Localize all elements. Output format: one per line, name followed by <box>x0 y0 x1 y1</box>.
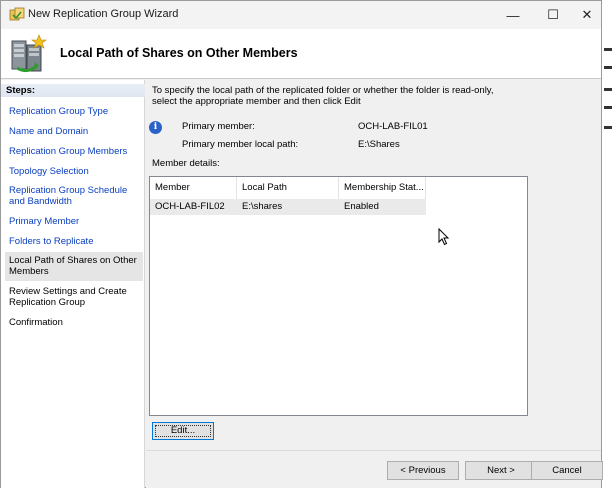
cell-membership-status: Enabled <box>344 201 379 212</box>
wizard-footer: < Previous Next > Cancel <box>146 450 603 488</box>
title-bar[interactable]: New Replication Group Wizard — ☐ ✕ <box>1 1 601 29</box>
next-button[interactable]: Next > <box>465 461 537 480</box>
info-icon: i <box>149 121 162 134</box>
minimize-button[interactable]: — <box>493 1 533 29</box>
step-local-path-current: Local Path of Shares on Other Members <box>5 252 143 281</box>
background-window-edge <box>604 48 612 51</box>
mouse-cursor-icon <box>438 228 450 246</box>
step-topology-selection[interactable]: Topology Selection <box>5 166 143 178</box>
wizard-header: Local Path of Shares on Other Members <box>1 29 601 79</box>
step-schedule-and-bandwidth[interactable]: Replication Group Schedule and Bandwidth <box>5 185 133 207</box>
step-replication-group-members[interactable]: Replication Group Members <box>5 146 143 158</box>
primary-path-value: E:\Shares <box>358 139 400 150</box>
cell-local-path: E:\shares <box>242 201 283 212</box>
member-details-label: Member details: <box>152 158 220 169</box>
step-name-and-domain[interactable]: Name and Domain <box>5 126 143 138</box>
page-title: Local Path of Shares on Other Members <box>60 46 298 60</box>
list-header: Member Local Path Membership Stat... <box>150 177 527 199</box>
column-header-membership-status[interactable]: Membership Stat... <box>339 177 426 199</box>
step-confirmation: Confirmation <box>9 317 63 328</box>
primary-path-label: Primary member local path: <box>182 139 299 150</box>
main-content: To specify the local path of the replica… <box>146 80 601 450</box>
step-folders-to-replicate[interactable]: Folders to Replicate <box>5 236 143 248</box>
member-details-list[interactable]: Member Local Path Membership Stat... OCH… <box>149 176 528 416</box>
wizard-window: New Replication Group Wizard — ☐ ✕ Local… <box>0 0 603 488</box>
intro-text: To specify the local path of the replica… <box>152 85 494 107</box>
replication-server-icon <box>11 34 47 73</box>
primary-member-label: Primary member: <box>182 121 255 132</box>
step-replication-group-type[interactable]: Replication Group Type <box>5 106 143 118</box>
edit-button[interactable]: Edit... <box>152 422 214 440</box>
background-window-edge <box>604 126 612 129</box>
background-window-edge <box>604 106 612 109</box>
steps-heading: Steps: <box>1 84 145 97</box>
previous-button[interactable]: < Previous <box>387 461 459 480</box>
background-window-edge <box>604 88 612 91</box>
step-primary-member[interactable]: Primary Member <box>5 216 143 228</box>
column-header-local-path[interactable]: Local Path <box>237 177 339 199</box>
cancel-button[interactable]: Cancel <box>531 461 603 480</box>
column-header-member[interactable]: Member <box>150 177 237 199</box>
steps-panel: Steps: Replication Group Type Name and D… <box>1 80 145 488</box>
primary-member-value: OCH-LAB-FIL01 <box>358 121 428 132</box>
table-row[interactable]: OCH-LAB-FIL02 E:\shares Enabled <box>150 199 426 215</box>
close-button[interactable]: ✕ <box>567 1 607 29</box>
background-window-edge <box>604 66 612 69</box>
wizard-app-icon <box>9 7 25 21</box>
cell-member: OCH-LAB-FIL02 <box>155 201 225 212</box>
step-review-settings: Review Settings and Create Replication G… <box>9 286 127 308</box>
window-title: New Replication Group Wizard <box>28 8 179 20</box>
